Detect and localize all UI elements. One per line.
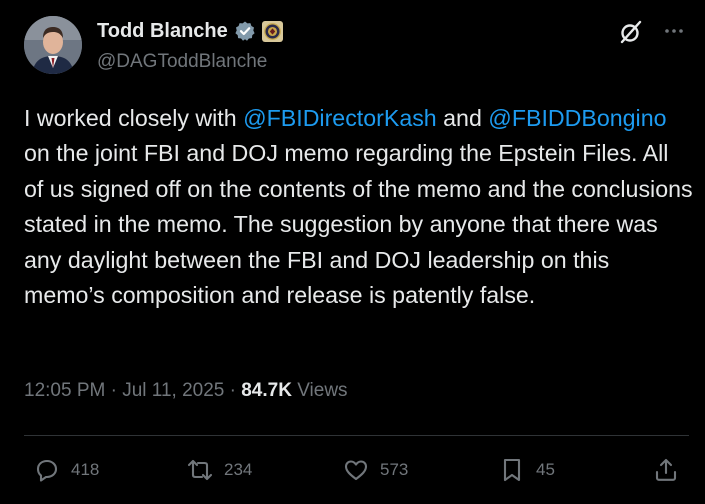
- tweet-text-segment: and: [436, 105, 489, 131]
- mention-link[interactable]: @FBIDDBongino: [488, 105, 666, 131]
- doj-seal-icon[interactable]: [261, 20, 283, 42]
- views-count: 84.7K: [241, 380, 292, 401]
- avatar[interactable]: [24, 16, 82, 74]
- bookmark-count: 45: [536, 460, 555, 479]
- mention-link[interactable]: @FBIDirectorKash: [243, 105, 437, 131]
- bookmark-icon: [503, 458, 521, 482]
- tweet-date[interactable]: Jul 11, 2025: [122, 380, 224, 401]
- tweet-text-segment: on the joint FBI and DOJ memo regarding …: [24, 140, 693, 309]
- views-label: Views: [297, 380, 348, 401]
- more-options-icon[interactable]: [659, 16, 689, 46]
- like-button[interactable]: 573: [341, 450, 408, 490]
- repost-icon: [187, 459, 213, 481]
- divider: [24, 435, 689, 436]
- action-bar: 418 234 573 45: [24, 450, 689, 490]
- repost-button[interactable]: 234: [185, 450, 252, 490]
- author-handle[interactable]: @DAGToddBlanche: [97, 51, 267, 73]
- reply-icon: [36, 459, 58, 482]
- bookmark-button[interactable]: 45: [497, 450, 555, 490]
- meta-separator: ·: [110, 380, 117, 401]
- tweet-time[interactable]: 12:05 PM: [24, 380, 105, 401]
- heart-icon: [344, 460, 368, 481]
- meta-separator: ·: [229, 380, 236, 401]
- reply-button[interactable]: 418: [32, 450, 99, 490]
- author-name-row: Todd Blanche: [97, 18, 283, 44]
- repost-count: 234: [224, 460, 253, 479]
- avatar-image: [24, 16, 82, 74]
- tweet-text: I worked closely with @FBIDirectorKash a…: [24, 101, 694, 313]
- author-name[interactable]: Todd Blanche: [97, 20, 228, 43]
- reply-count: 418: [71, 460, 100, 479]
- tweet-text-segment: I worked closely with: [24, 105, 244, 131]
- like-count: 573: [380, 460, 409, 479]
- tweet-meta: 12:05 PM · Jul 11, 2025 · 84.7K Views: [24, 380, 348, 402]
- share-icon: [655, 458, 677, 481]
- share-button[interactable]: [651, 450, 681, 490]
- grok-icon[interactable]: [618, 19, 644, 45]
- verified-badge-icon[interactable]: [234, 20, 256, 42]
